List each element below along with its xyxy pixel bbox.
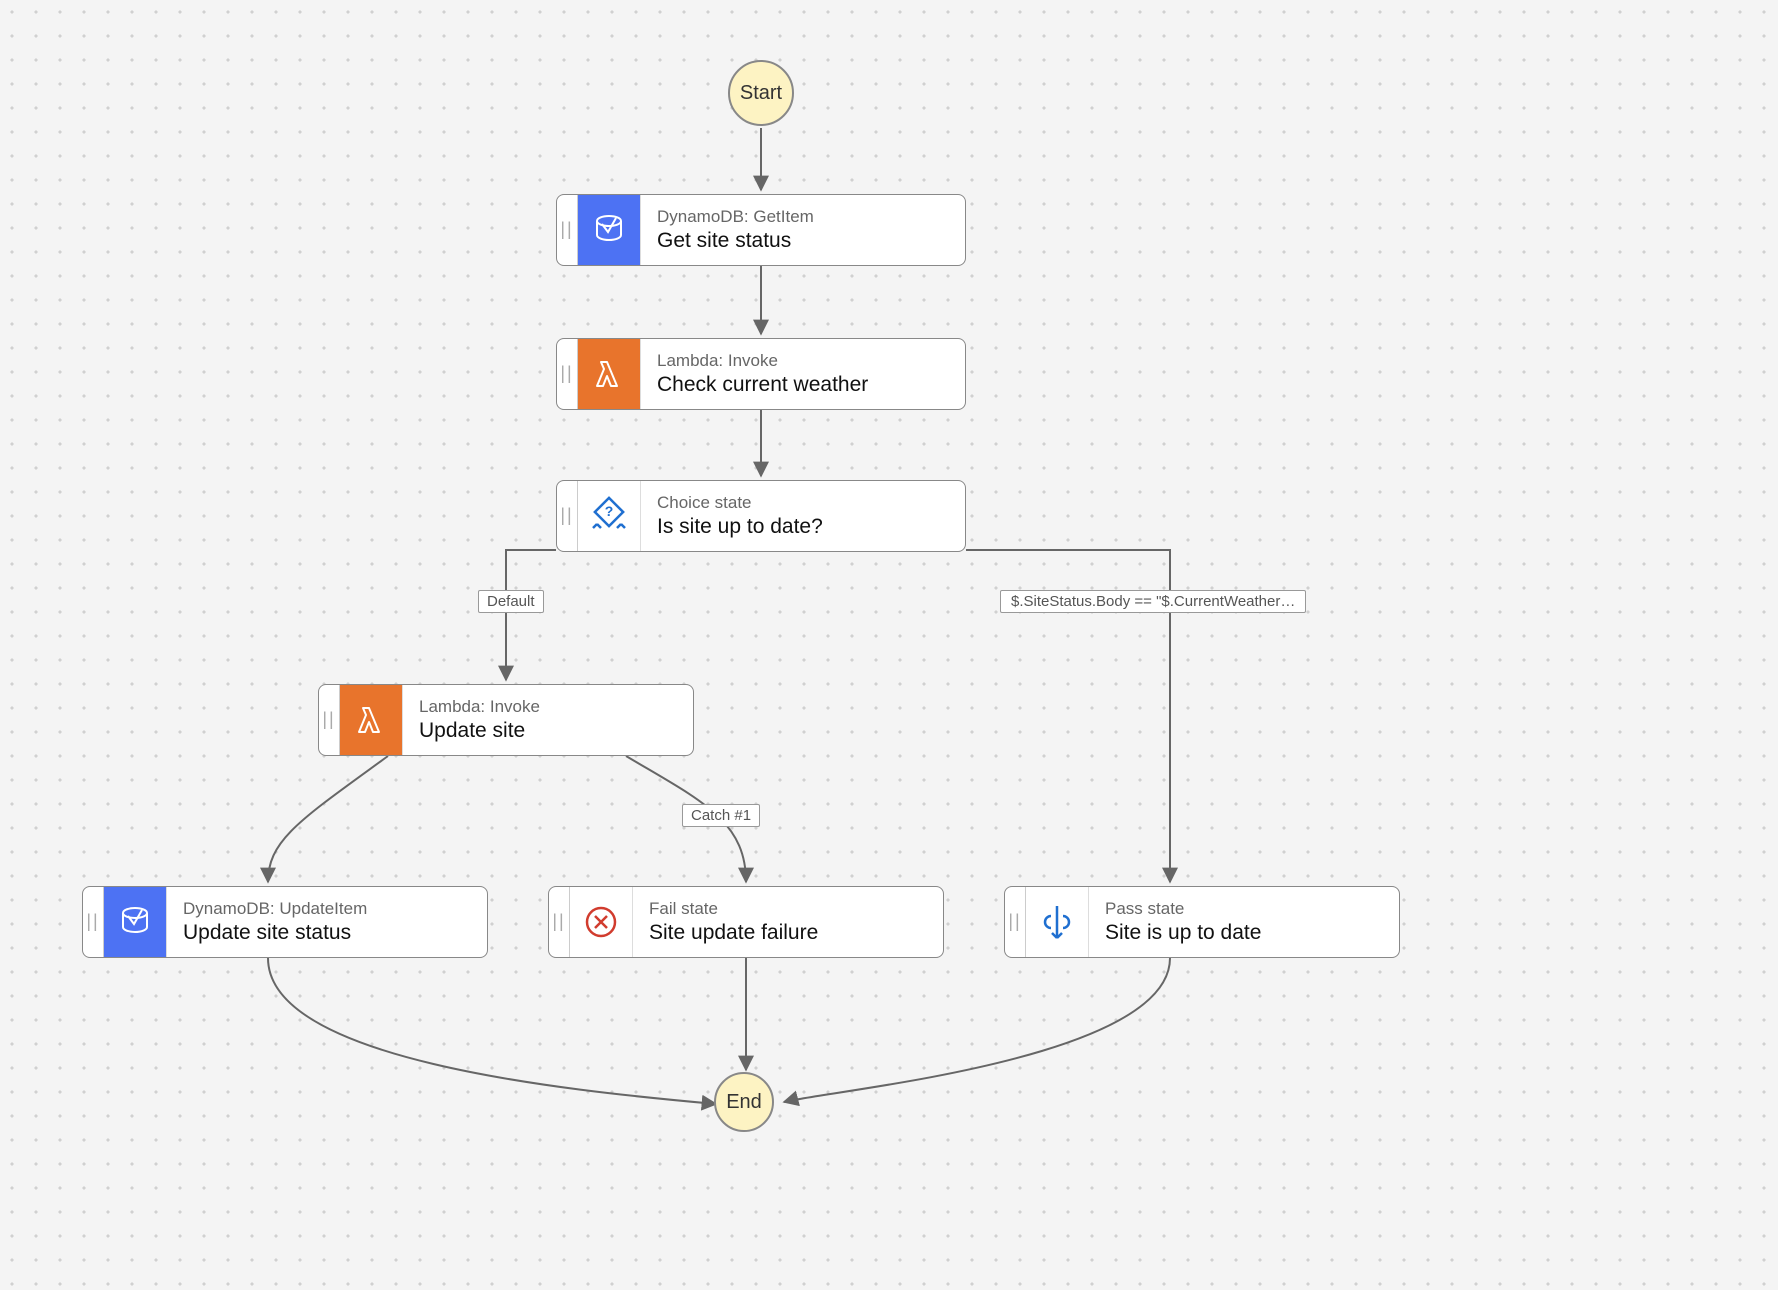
lambda-icon <box>578 339 640 409</box>
node-title: Check current weather <box>657 373 949 397</box>
dynamodb-icon <box>578 195 640 265</box>
node-get-site-status[interactable]: || DynamoDB: GetItem Get site status <box>556 194 966 266</box>
drag-handle-icon[interactable]: || <box>557 481 578 551</box>
node-type: DynamoDB: UpdateItem <box>183 899 471 919</box>
node-type: Lambda: Invoke <box>419 697 677 717</box>
node-title: Site update failure <box>649 921 927 945</box>
end-label: End <box>726 1091 762 1114</box>
node-update-status[interactable]: || DynamoDB: UpdateItem Update site stat… <box>82 886 488 958</box>
node-type: Pass state <box>1105 899 1383 919</box>
node-type: Fail state <box>649 899 927 919</box>
node-type: Choice state <box>657 493 949 513</box>
svg-text:?: ? <box>605 503 614 519</box>
end-node[interactable]: End <box>714 1072 774 1132</box>
node-title: Update site status <box>183 921 471 945</box>
choice-icon: ? <box>578 481 640 551</box>
drag-handle-icon[interactable]: || <box>1005 887 1026 957</box>
start-node[interactable]: Start <box>728 60 794 126</box>
drag-handle-icon[interactable]: || <box>557 339 578 409</box>
edge-label-catch: Catch #1 <box>682 804 760 827</box>
node-fail[interactable]: || Fail state Site update failure <box>548 886 944 958</box>
start-label: Start <box>740 82 782 105</box>
workflow-canvas[interactable]: Start End Default $.SiteStatus.Body == "… <box>0 0 1778 1290</box>
node-title: Get site status <box>657 229 949 253</box>
node-title: Site is up to date <box>1105 921 1383 945</box>
node-type: DynamoDB: GetItem <box>657 207 949 227</box>
fail-icon <box>570 887 632 957</box>
drag-handle-icon[interactable]: || <box>557 195 578 265</box>
node-type: Lambda: Invoke <box>657 351 949 371</box>
node-title: Update site <box>419 719 677 743</box>
drag-handle-icon[interactable]: || <box>83 887 104 957</box>
node-update-site[interactable]: || Lambda: Invoke Update site <box>318 684 694 756</box>
edge-label-condition: $.SiteStatus.Body == "$.CurrentWeather… <box>1000 590 1306 613</box>
dynamodb-icon <box>104 887 166 957</box>
node-pass[interactable]: || Pass state Site is up to date <box>1004 886 1400 958</box>
lambda-icon <box>340 685 402 755</box>
node-choice[interactable]: || ? Choice state Is site up to date? <box>556 480 966 552</box>
drag-handle-icon[interactable]: || <box>319 685 340 755</box>
node-title: Is site up to date? <box>657 515 949 539</box>
pass-icon <box>1026 887 1088 957</box>
edge-label-default: Default <box>478 590 544 613</box>
node-check-weather[interactable]: || Lambda: Invoke Check current weather <box>556 338 966 410</box>
drag-handle-icon[interactable]: || <box>549 887 570 957</box>
